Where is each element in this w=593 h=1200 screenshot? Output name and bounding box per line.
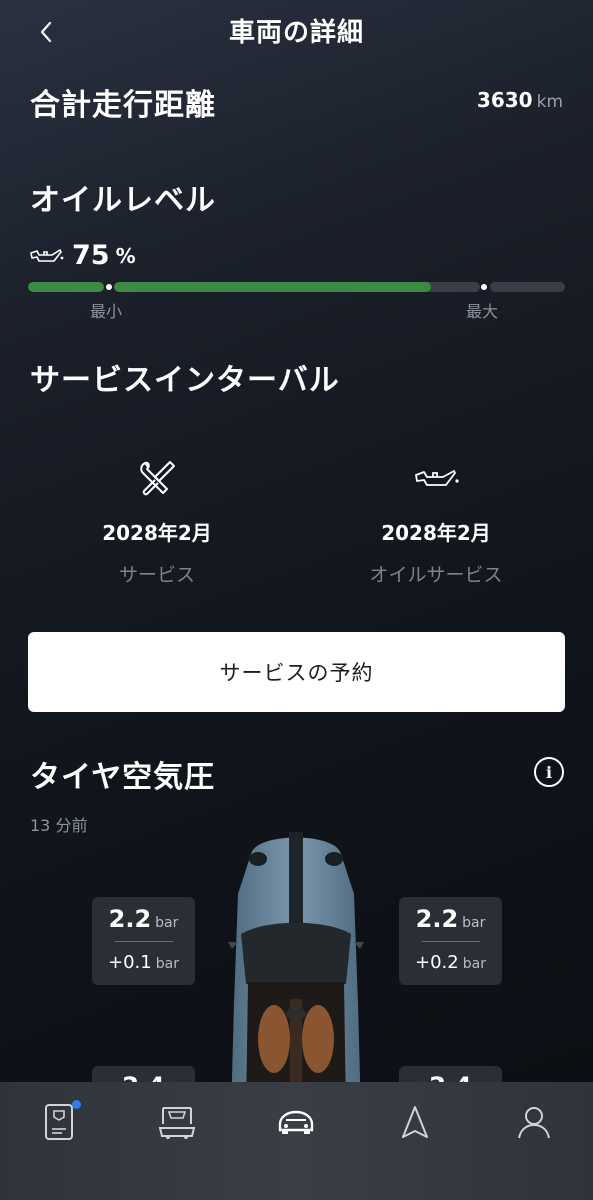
nav-item-navigation[interactable] [356, 1082, 474, 1162]
tire-pressure-delta: +0.2 bar [415, 952, 486, 973]
divider [421, 941, 480, 942]
tire-front-right: 2.2 bar +0.2 bar [399, 897, 502, 985]
oil-max-marker [481, 284, 487, 290]
oil-bar-fill-low [28, 282, 104, 292]
notification-badge [72, 1100, 81, 1109]
bottom-nav [0, 1082, 593, 1200]
mileage-unit: km [536, 92, 563, 112]
service-date: 2028年2月 [102, 521, 212, 545]
tire-pressure-value: 2.2 bar [415, 905, 486, 933]
nav-item-car-lift[interactable] [118, 1082, 236, 1162]
vehicle-key-card-icon [45, 1104, 73, 1140]
mileage-label: 合計走行距離 [30, 88, 216, 123]
car-top-view-image [228, 832, 364, 1114]
oil-bar-fill-mid [114, 282, 431, 292]
oil-can-icon [30, 248, 64, 262]
oil-level-bar [28, 282, 565, 292]
vehicle-details-screen: 車両の詳細 合計走行距離 3630 km オイルレベル 75 % 最小 最大 サー… [0, 0, 593, 1200]
profile-icon [518, 1107, 550, 1139]
oil-min-label: 最小 [90, 302, 123, 321]
tire-pressure-delta: +0.1 bar [108, 952, 179, 973]
nav-item-vehicle[interactable] [237, 1082, 355, 1162]
car-front-icon [278, 1110, 314, 1134]
nav-item-profile[interactable] [475, 1082, 593, 1162]
book-service-button[interactable]: サービスの予約 [28, 632, 565, 712]
header: 車両の詳細 [0, 0, 593, 60]
mileage-number: 3630 [476, 88, 533, 112]
car-lift-icon [158, 1107, 196, 1139]
oil-can-icon [415, 470, 459, 486]
oil-service-item: 2028年2月 オイルサービス [316, 455, 556, 587]
nav-item-vehicle-card[interactable] [0, 1082, 118, 1162]
oil-min-marker [106, 284, 112, 290]
info-icon[interactable]: i [534, 757, 564, 787]
tire-pressure-value: 2.2 bar [108, 905, 179, 933]
oil-level-title: オイルレベル [30, 183, 216, 218]
oil-max-label: 最大 [466, 302, 499, 321]
page-title: 車両の詳細 [228, 18, 364, 48]
divider [114, 941, 173, 942]
service-interval-title: サービスインターバル [30, 363, 340, 398]
mileage-value: 3630 km [477, 88, 563, 112]
oil-service-label: オイルサービス [369, 564, 503, 586]
oil-bar-min-segment [28, 282, 104, 292]
tire-front-left: 2.2 bar +0.1 bar [92, 897, 195, 985]
oil-bar-mid-segment [114, 282, 480, 292]
oil-level-unit: % [115, 243, 136, 268]
tire-pressure-title: タイヤ空気圧 [30, 760, 216, 795]
oil-service-date: 2028年2月 [381, 521, 491, 545]
oil-bar-max-segment [490, 282, 565, 292]
oil-level-readout: 75 % [28, 240, 136, 271]
service-label: サービス [118, 564, 195, 586]
wrench-screwdriver-icon [140, 461, 175, 496]
service-item: 2028年2月 サービス [37, 455, 277, 587]
tire-pressure-updated: 13 分前 [30, 816, 88, 835]
oil-level-value: 75 [72, 240, 110, 271]
navigation-arrow-icon [402, 1106, 428, 1138]
